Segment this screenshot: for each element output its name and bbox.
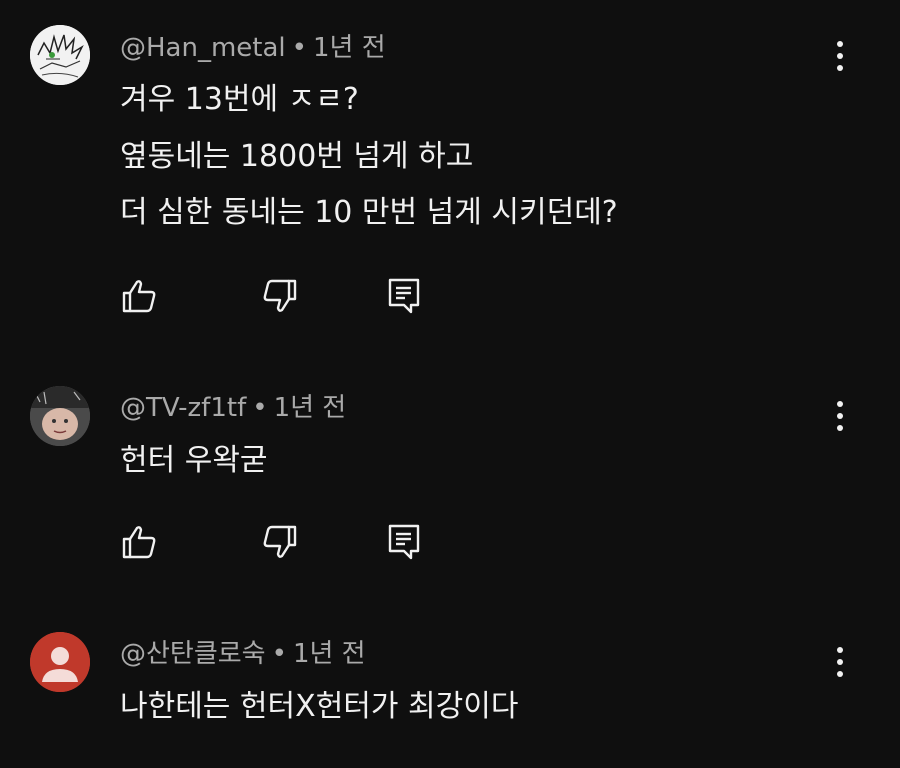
comment-meta: @산탄클로숙 • 1년 전 (120, 638, 366, 670)
meta-separator: • (291, 33, 307, 63)
comment-time: 1년 전 (312, 33, 386, 63)
reply-icon (388, 278, 420, 314)
thumbs-up-icon (122, 526, 156, 559)
comment-text-line: 헌터 우왁굳 (120, 443, 268, 478)
comment-meta: @TV-zf1tf • 1년 전 (120, 392, 346, 424)
avatar[interactable] (30, 632, 90, 692)
sketch-avatar-icon (30, 25, 90, 85)
reply-icon (388, 524, 420, 560)
comment-time: 1년 전 (292, 639, 366, 669)
thumbs-up-icon (122, 280, 156, 313)
reply-button[interactable] (382, 274, 426, 318)
more-options-button[interactable] (826, 36, 854, 76)
author-name[interactable]: @산탄클로숙 (120, 639, 266, 669)
more-options-button[interactable] (826, 396, 854, 436)
reply-button[interactable] (382, 520, 426, 564)
comment-text-line: 더 심한 동네는 10 만번 넘게 시키던데? (120, 195, 618, 230)
comment-meta: @Han_metal • 1년 전 (120, 32, 386, 64)
meta-separator: • (271, 639, 287, 669)
more-vertical-icon (837, 647, 843, 653)
comment-text-line: 겨우 13번에 ㅈㄹ? (120, 82, 359, 117)
comment-text-line: 옆동네는 1800번 넘게 하고 (120, 139, 474, 174)
more-vertical-icon (837, 401, 843, 407)
meta-separator: • (252, 393, 268, 423)
like-button[interactable] (117, 520, 161, 564)
avatar[interactable] (30, 25, 90, 85)
more-options-button[interactable] (826, 642, 854, 682)
thumbs-down-icon (263, 525, 297, 558)
dislike-button[interactable] (258, 520, 302, 564)
default-user-avatar-icon (30, 632, 90, 692)
comment-text-line: 나한테는 헌터X헌터가 최강이다 (120, 689, 519, 724)
more-vertical-icon (837, 41, 843, 47)
dislike-button[interactable] (258, 274, 302, 318)
photo-avatar-icon (30, 386, 90, 446)
author-name[interactable]: @TV-zf1tf (120, 393, 246, 423)
avatar[interactable] (30, 386, 90, 446)
like-button[interactable] (117, 274, 161, 318)
author-name[interactable]: @Han_metal (120, 33, 286, 63)
thumbs-down-icon (263, 279, 297, 312)
comment-time: 1년 전 (273, 393, 347, 423)
